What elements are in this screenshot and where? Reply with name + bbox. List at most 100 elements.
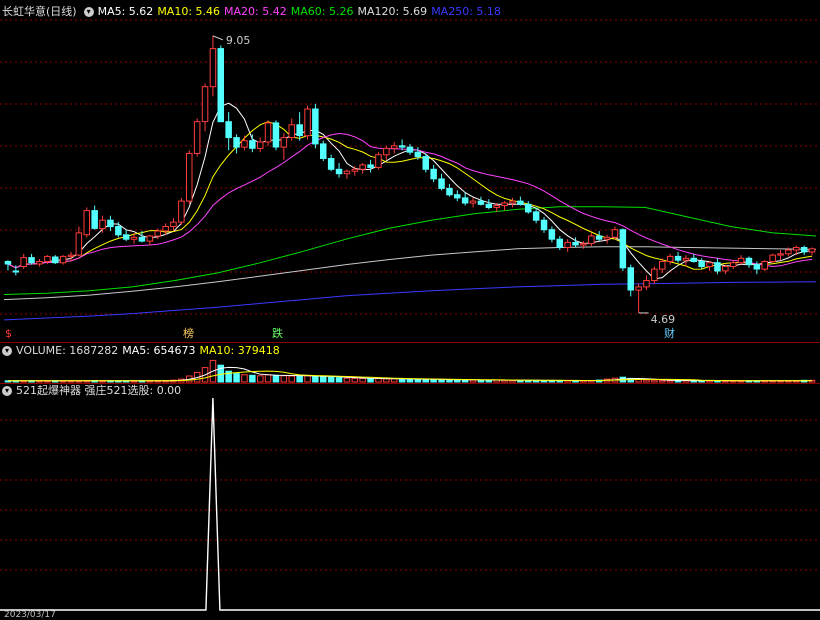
candle-body xyxy=(391,145,398,149)
candle-body xyxy=(99,219,106,229)
candle-body xyxy=(312,108,319,145)
price-panel[interactable]: 9.05 4.69 长虹华意(日线) ▾ MA5: 5.62 MA10: 5.46 MA2… xyxy=(0,0,820,342)
footer-date: 2023/03/17 xyxy=(4,610,56,620)
indicator-gear-icon[interactable]: ▾ xyxy=(2,386,12,396)
candle-body xyxy=(304,108,311,137)
candle-body xyxy=(595,235,603,240)
candle-body xyxy=(714,262,721,272)
ma5-label: MA5: 5.62 xyxy=(97,5,154,18)
candle-body xyxy=(170,221,177,228)
volume-bar xyxy=(280,375,288,383)
candle-body xyxy=(201,86,209,123)
candle-body xyxy=(808,248,816,253)
candle-body xyxy=(107,219,114,228)
volume-bar xyxy=(391,378,398,383)
volume-bar xyxy=(359,377,366,383)
volume-gear-icon[interactable]: ▾ xyxy=(2,346,12,356)
volume-bar xyxy=(398,378,406,383)
candle-body xyxy=(122,234,130,240)
candle-body xyxy=(722,266,729,272)
candle-body xyxy=(59,255,67,264)
marker-die[interactable]: 跌 xyxy=(272,328,283,340)
candle-body xyxy=(454,194,461,199)
candle-body xyxy=(272,122,280,148)
candle-body xyxy=(509,200,516,204)
candle-body xyxy=(115,226,122,236)
ma20-label: MA20: 5.42 xyxy=(224,5,287,18)
candle-body xyxy=(730,262,737,268)
candle-body xyxy=(20,257,27,268)
candle-body xyxy=(698,261,705,268)
candle-body xyxy=(785,249,792,255)
candle-body xyxy=(745,257,753,266)
candle-body xyxy=(682,257,690,261)
candle-body xyxy=(627,267,634,291)
candle-body xyxy=(603,236,611,240)
candle-body xyxy=(296,124,303,137)
candle-body xyxy=(501,202,508,206)
volume-label: VOLUME: 1687282 xyxy=(16,344,119,357)
volume-bar xyxy=(233,373,240,383)
candle-body xyxy=(525,203,532,213)
candle-body xyxy=(264,122,272,143)
ma10-label: MA10: 5.46 xyxy=(157,5,221,18)
marker-dollar[interactable]: $ xyxy=(5,328,12,340)
candle-body xyxy=(477,200,485,205)
volume-bar xyxy=(422,378,429,383)
candle-body xyxy=(249,140,256,149)
settings-gear-icon[interactable]: ▾ xyxy=(83,7,94,17)
candle-body xyxy=(422,156,429,170)
candle-body xyxy=(28,257,35,264)
candle-body xyxy=(446,187,453,196)
candle-body xyxy=(225,121,232,139)
candle-body xyxy=(335,168,343,175)
candle-body xyxy=(461,197,469,204)
candle-body xyxy=(548,229,556,240)
candle-body xyxy=(753,264,761,270)
indicator-line xyxy=(0,397,820,611)
candle-body xyxy=(138,236,146,242)
volume-bar xyxy=(454,379,461,383)
volume-bar xyxy=(643,379,650,383)
marker-cai[interactable]: 财 xyxy=(664,328,675,340)
candle-body xyxy=(793,247,800,251)
ma60-label: MA60: 5.26 xyxy=(290,5,354,18)
volume-bar xyxy=(367,378,374,383)
marker-bang[interactable]: 榜 xyxy=(183,328,194,340)
candle-body xyxy=(154,230,161,237)
candle-body xyxy=(540,219,548,231)
volume-panel[interactable]: ▾ VOLUME: 1687282 MA5: 654673 MA10: 379418 xyxy=(0,343,820,383)
volume-bar xyxy=(249,374,256,383)
indicator-panel[interactable]: ▾ 521起爆神器 强庄521选股: 0.00 2023/03/17 xyxy=(0,384,820,620)
volume-bar xyxy=(327,376,335,383)
candle-body xyxy=(532,211,540,221)
price-header: 长虹华意(日线) ▾ MA5: 5.62 MA10: 5.46 MA20: 5.42 MA… xyxy=(2,5,505,19)
candle-body xyxy=(4,261,12,265)
volume-bar xyxy=(320,376,327,383)
volume-bar xyxy=(288,375,295,383)
candle-body xyxy=(666,255,674,262)
volume-bar xyxy=(296,375,303,383)
candle-body xyxy=(635,286,642,291)
volume-bar xyxy=(257,375,264,383)
volume-bar xyxy=(469,379,477,383)
indicator-label: 521起爆神器 强庄521选股: 0.00 xyxy=(16,384,182,397)
candle-body xyxy=(193,121,201,154)
candle-body xyxy=(406,146,414,153)
candle-body xyxy=(162,226,169,232)
candle-body xyxy=(777,253,784,256)
candle-body xyxy=(320,143,327,159)
candle-body xyxy=(398,145,406,148)
price-chart[interactable]: 9.05 4.69 xyxy=(0,0,820,342)
volume-bar xyxy=(651,379,658,383)
candle-body xyxy=(690,257,697,262)
candle-body xyxy=(52,256,59,264)
indicator-chart[interactable] xyxy=(0,384,820,618)
low-label: 4.69 xyxy=(651,313,676,326)
candle-body xyxy=(241,140,248,148)
candle-body xyxy=(217,48,224,123)
candle-body xyxy=(343,170,351,175)
volume-bar xyxy=(272,374,280,383)
volume-bar xyxy=(383,378,390,383)
candle-body xyxy=(257,141,264,149)
